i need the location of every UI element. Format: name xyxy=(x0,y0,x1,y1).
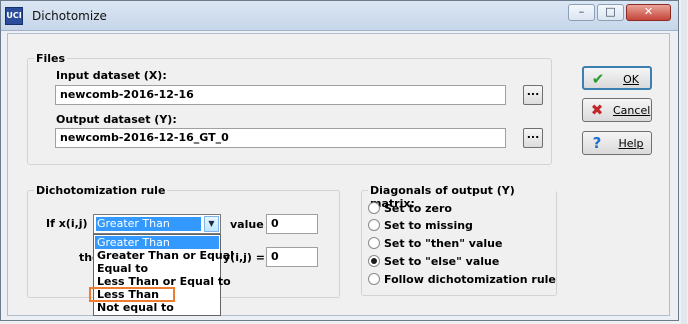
dropdown-option-greater-than[interactable]: Greater Than xyxy=(95,236,219,249)
ok-button[interactable]: ✔ OK xyxy=(582,66,652,90)
cancel-button-label: Cancel xyxy=(613,104,651,117)
maximize-button[interactable]: □ xyxy=(597,4,624,21)
radio-selected-dot xyxy=(371,258,377,264)
radio-button[interactable] xyxy=(368,237,380,249)
close-button[interactable]: ✕ xyxy=(626,4,671,21)
title-bar: UCI Dichotomize – □ ✕ xyxy=(1,1,678,31)
comparison-dropdown-list: Greater Than Greater Than or Equal Equal… xyxy=(93,234,234,316)
ok-button-label: OK xyxy=(623,73,639,86)
comparison-selected-value: Greater Than xyxy=(96,217,201,231)
radio-label: Set to missing xyxy=(384,219,473,232)
background-strip xyxy=(681,0,687,324)
if-xij-label: If x(i,j) xyxy=(46,217,88,230)
threshold-value-field[interactable]: 0 xyxy=(266,214,318,234)
output-browse-button[interactable]: ... xyxy=(523,128,543,148)
radio-label: Set to zero xyxy=(384,202,452,215)
radio-button[interactable] xyxy=(368,273,380,285)
dropdown-option-equal-to[interactable]: Equal to xyxy=(95,262,219,275)
dropdown-option-not-equal-to[interactable]: Not equal to xyxy=(95,301,219,314)
radio-button[interactable] xyxy=(368,202,380,214)
input-browse-button[interactable]: ... xyxy=(523,85,543,105)
app-icon: UCI xyxy=(5,7,23,25)
radio-button[interactable] xyxy=(368,255,380,267)
value-label: value xyxy=(230,218,264,231)
input-dataset-field[interactable]: newcomb-2016-12-16 xyxy=(55,85,506,105)
radio-label: Set to "then" value xyxy=(384,237,503,250)
radio-button[interactable] xyxy=(368,219,380,231)
help-button[interactable]: ? Help xyxy=(582,131,652,155)
checkmark-icon: ✔ xyxy=(591,70,605,88)
then-value-field[interactable]: 0 xyxy=(266,247,318,267)
help-button-label: Help xyxy=(618,137,644,150)
radio-label: Set to "else" value xyxy=(384,255,500,268)
input-dataset-label: Input dataset (X): xyxy=(56,69,167,82)
x-icon: ✖ xyxy=(590,101,604,119)
question-icon: ? xyxy=(592,134,602,152)
dropdown-option-greater-than-or-equal[interactable]: Greater Than or Equal xyxy=(95,249,234,262)
output-dataset-field[interactable]: newcomb-2016-12-16_GT_0 xyxy=(55,128,506,148)
radio-label: Follow dichotomization rule xyxy=(384,273,556,286)
dichotomization-rule-legend: Dichotomization rule xyxy=(34,184,168,197)
files-legend: Files xyxy=(34,52,68,65)
comparison-combobox[interactable]: Greater Than ▼ xyxy=(93,214,221,234)
output-dataset-label: Output dataset (Y): xyxy=(56,113,177,126)
chevron-down-icon[interactable]: ▼ xyxy=(204,216,219,232)
highlight-box xyxy=(89,287,175,302)
cancel-button[interactable]: ✖ Cancel xyxy=(582,98,652,122)
window-title: Dichotomize xyxy=(32,9,107,23)
minimize-button[interactable]: – xyxy=(568,4,595,21)
